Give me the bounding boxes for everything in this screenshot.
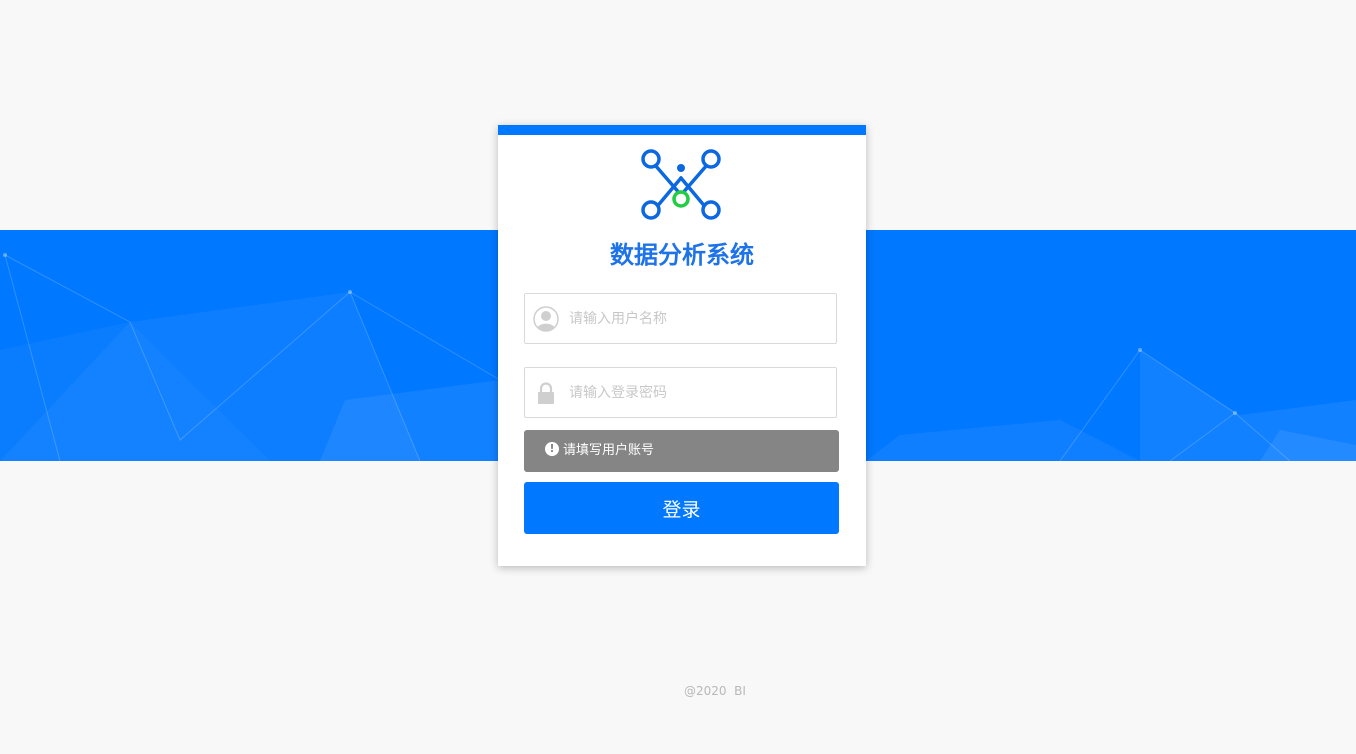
validation-alert-text: 请填写用户账号 [563, 443, 655, 458]
username-input[interactable] [569, 294, 829, 343]
username-field[interactable] [524, 293, 837, 344]
exclamation-circle-icon: ! [545, 442, 559, 456]
login-page: 数据分析系统 ! 请填写用户账号 登录 @2020 BI [0, 0, 1356, 754]
footer: @2020 BI [0, 684, 1356, 704]
card-accent-bar [498, 125, 866, 135]
password-input[interactable] [569, 368, 829, 417]
user-avatar-icon [533, 306, 559, 332]
login-button[interactable]: 登录 [524, 482, 839, 534]
app-title: 数据分析系统 [610, 241, 754, 269]
footer-copyright: @2020 BI [684, 684, 746, 698]
validation-alert: ! 请填写用户账号 [524, 430, 839, 472]
password-field[interactable] [524, 367, 837, 418]
lock-icon [538, 382, 554, 404]
network-nodes-logo-icon [641, 149, 721, 220]
login-card: 数据分析系统 ! 请填写用户账号 登录 [498, 125, 866, 566]
